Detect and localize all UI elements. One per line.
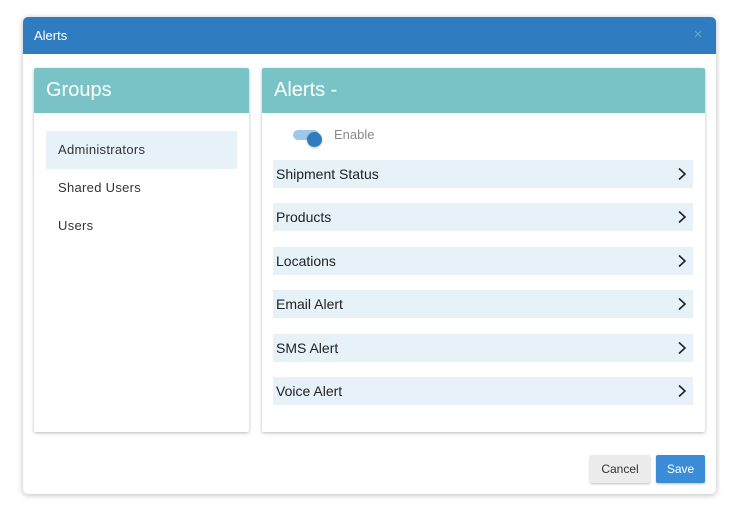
chevron-right-icon: [678, 298, 687, 311]
group-item-administrators[interactable]: Administrators: [46, 131, 237, 169]
section-sms-alert[interactable]: SMS Alert: [273, 333, 693, 362]
group-item-shared-users[interactable]: Shared Users: [46, 169, 237, 207]
chevron-right-icon: [678, 341, 687, 354]
section-label: Email Alert: [276, 296, 343, 313]
cancel-button[interactable]: Cancel: [590, 455, 650, 483]
enable-toggle[interactable]: [293, 130, 322, 147]
dialog-title: Alerts: [34, 28, 68, 43]
groups-panel: Groups Administrators Shared Users Users: [34, 68, 249, 432]
save-button[interactable]: Save: [656, 455, 705, 483]
alert-section-list: Shipment Status Products Locations Email…: [273, 160, 693, 420]
section-products[interactable]: Products: [273, 203, 693, 232]
section-locations[interactable]: Locations: [273, 246, 693, 275]
chevron-right-icon: [678, 211, 687, 224]
groups-panel-title: Groups: [34, 68, 249, 113]
section-label: SMS Alert: [276, 339, 339, 356]
enable-label: Enable: [334, 127, 375, 142]
chevron-right-icon: [678, 167, 687, 181]
section-label: Shipment Status: [276, 166, 379, 182]
toggle-knob[interactable]: [307, 132, 322, 147]
section-voice-alert[interactable]: Voice Alert: [273, 376, 693, 405]
section-email-alert[interactable]: Email Alert: [273, 290, 693, 319]
group-list: Administrators Shared Users Users: [46, 131, 237, 245]
section-label: Voice Alert: [276, 382, 343, 399]
chevron-right-icon: [678, 384, 687, 398]
group-item-users[interactable]: Users: [46, 207, 237, 245]
alerts-panel: Alerts - Enable Shipment Status Products…: [262, 68, 705, 432]
section-shipment-status[interactable]: Shipment Status: [273, 160, 693, 188]
section-label: Locations: [276, 252, 336, 269]
alerts-dialog: Alerts × Groups Administrators Shared Us…: [23, 17, 716, 494]
section-label: Products: [276, 209, 332, 226]
dialog-header: Alerts ×: [23, 17, 716, 54]
close-icon[interactable]: ×: [689, 26, 707, 44]
alerts-panel-title: Alerts -: [262, 68, 705, 113]
chevron-right-icon: [678, 254, 687, 267]
